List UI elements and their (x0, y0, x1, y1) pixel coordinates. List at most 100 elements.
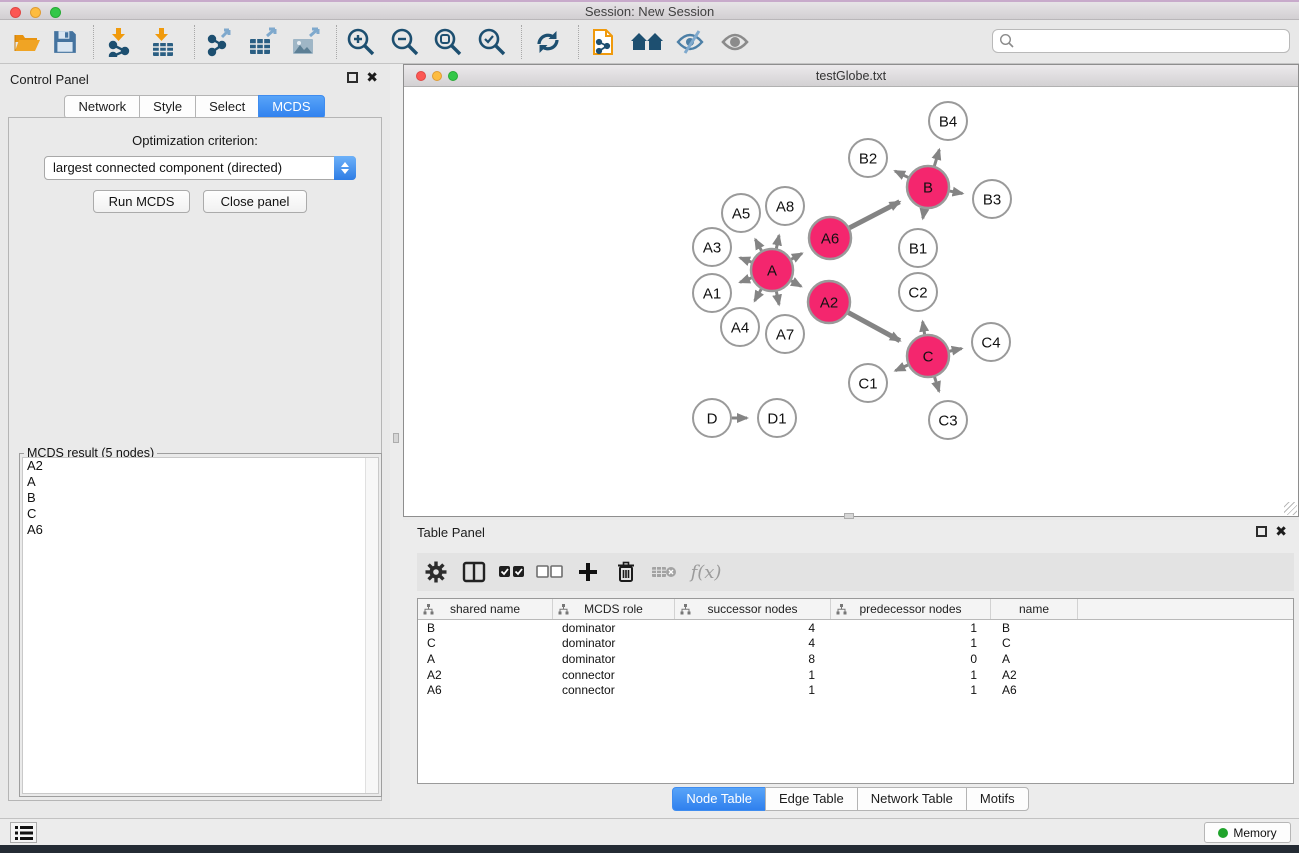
tab-motifs[interactable]: Motifs (966, 787, 1029, 811)
import-network-icon[interactable] (103, 26, 137, 58)
tab-style[interactable]: Style (139, 95, 196, 119)
column-header-shared-name[interactable]: shared name (418, 599, 553, 619)
mcds-result-item[interactable]: A (23, 474, 378, 490)
float-panel-icon[interactable] (347, 72, 358, 83)
zoom-fit-icon[interactable] (431, 26, 465, 58)
add-column-icon[interactable] (569, 557, 607, 587)
task-history-button[interactable] (10, 822, 37, 843)
search-input[interactable] (1015, 31, 1289, 51)
node-C[interactable]: C (907, 335, 949, 377)
tab-mcds[interactable]: MCDS (258, 95, 324, 119)
tab-network[interactable]: Network (64, 95, 140, 119)
mcds-result-item[interactable]: C (23, 506, 378, 522)
divider-grip[interactable] (844, 513, 854, 519)
edge-A-A5[interactable] (755, 239, 761, 250)
column-header-mcds-role[interactable]: MCDS role (553, 599, 675, 619)
tab-select[interactable]: Select (195, 95, 259, 119)
edge-A-A8[interactable] (776, 235, 779, 248)
network-canvas[interactable]: AA1A2A3A4A5A6A7A8BB1B2B3B4CC1C2C3C4DD1 (404, 87, 1298, 516)
edge-C-C4[interactable] (949, 349, 961, 352)
home-icon[interactable] (630, 26, 664, 58)
memory-button[interactable]: Memory (1204, 822, 1291, 843)
show-columns-icon[interactable] (493, 557, 531, 587)
edge-A6-B[interactable] (850, 202, 900, 228)
mcds-result-list[interactable]: A2ABCA6 (22, 457, 379, 794)
tab-edge-table[interactable]: Edge Table (765, 787, 858, 811)
node-B[interactable]: B (907, 166, 949, 208)
edge-C-C1[interactable] (895, 365, 908, 371)
edge-A-A6[interactable] (791, 253, 802, 259)
node-C1[interactable]: C1 (849, 364, 887, 402)
table-row[interactable]: A2connector11A2 (418, 667, 1293, 683)
tab-node-table[interactable]: Node Table (672, 787, 766, 811)
node-A[interactable]: A (751, 249, 793, 291)
node-A1[interactable]: A1 (693, 274, 731, 312)
close-panel-button[interactable]: Close panel (203, 190, 307, 213)
node-A3[interactable]: A3 (693, 228, 731, 266)
show-all-icon[interactable] (718, 26, 752, 58)
edge-A-A3[interactable] (740, 258, 751, 262)
tab-network-table[interactable]: Network Table (857, 787, 967, 811)
edge-C-C2[interactable] (923, 322, 925, 335)
column-header-name[interactable]: name (991, 599, 1078, 619)
search-field[interactable] (992, 29, 1290, 53)
node-B4[interactable]: B4 (929, 102, 967, 140)
criterion-dropdown[interactable]: largest connected component (directed) (44, 156, 356, 180)
node-A6[interactable]: A6 (809, 217, 851, 259)
export-network-icon[interactable] (203, 26, 237, 58)
refresh-icon[interactable] (531, 26, 565, 58)
split-columns-icon[interactable] (455, 557, 493, 587)
table-row[interactable]: Bdominator41B (418, 620, 1293, 636)
close-panel-icon[interactable]: ✖ (366, 72, 378, 83)
save-session-icon[interactable] (48, 26, 82, 58)
float-panel-icon[interactable] (1256, 526, 1267, 537)
zoom-selected-icon[interactable] (475, 26, 509, 58)
node-B3[interactable]: B3 (973, 180, 1011, 218)
edge-B-B2[interactable] (895, 171, 908, 177)
hide-selected-icon[interactable] (673, 26, 707, 58)
edge-A2-C[interactable] (848, 313, 900, 341)
export-table-icon[interactable] (245, 26, 279, 58)
network-file-icon[interactable] (588, 26, 622, 58)
edge-A-A1[interactable] (740, 278, 751, 282)
node-D1[interactable]: D1 (758, 399, 796, 437)
node-A2[interactable]: A2 (808, 281, 850, 323)
mcds-result-item[interactable]: A2 (23, 458, 378, 474)
export-image-icon[interactable] (288, 26, 322, 58)
mcds-result-item[interactable]: B (23, 490, 378, 506)
table-row[interactable]: Cdominator41C (418, 636, 1293, 652)
table-row[interactable]: A6connector11A6 (418, 682, 1293, 698)
edge-B-B4[interactable] (934, 150, 939, 166)
edge-A-A7[interactable] (776, 292, 779, 305)
node-B2[interactable]: B2 (849, 139, 887, 177)
close-panel-icon[interactable]: ✖ (1275, 526, 1287, 537)
open-session-icon[interactable] (10, 26, 44, 58)
table-row[interactable]: Adominator80A (418, 651, 1293, 667)
resize-grip-icon[interactable] (1284, 502, 1297, 515)
edge-B-B3[interactable] (950, 191, 963, 193)
node-A7[interactable]: A7 (766, 315, 804, 353)
zoom-in-icon[interactable] (344, 26, 378, 58)
divider-grip[interactable] (393, 433, 399, 443)
delete-column-icon[interactable] (607, 557, 645, 587)
edge-A-A2[interactable] (791, 281, 801, 287)
node-A5[interactable]: A5 (722, 194, 760, 232)
edge-A-A4[interactable] (755, 289, 762, 301)
edge-C-C3[interactable] (935, 377, 939, 391)
node-D[interactable]: D (693, 399, 731, 437)
mcds-result-item[interactable]: A6 (23, 522, 378, 538)
edge-B-B1[interactable] (923, 209, 925, 219)
hide-columns-icon[interactable] (531, 557, 569, 587)
scrollbar[interactable] (365, 458, 378, 793)
network-window-titlebar[interactable]: testGlobe.txt (404, 65, 1298, 87)
node-C3[interactable]: C3 (929, 401, 967, 439)
node-C2[interactable]: C2 (899, 273, 937, 311)
column-header-successor-nodes[interactable]: successor nodes (675, 599, 831, 619)
node-A8[interactable]: A8 (766, 187, 804, 225)
node-C4[interactable]: C4 (972, 323, 1010, 361)
import-table-icon[interactable] (146, 26, 180, 58)
gear-icon[interactable] (417, 557, 455, 587)
zoom-out-icon[interactable] (388, 26, 422, 58)
run-mcds-button[interactable]: Run MCDS (93, 190, 190, 213)
node-B1[interactable]: B1 (899, 229, 937, 267)
